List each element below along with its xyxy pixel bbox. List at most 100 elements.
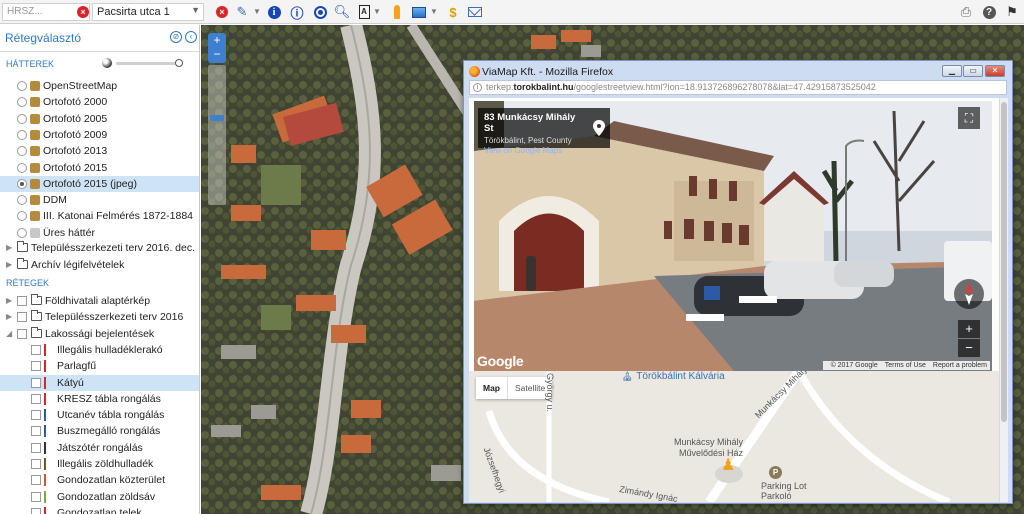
layer-row[interactable]: ▶ Földhivatali alaptérkép [0, 293, 199, 309]
layer-row[interactable]: Utcanév tábla rongálás [0, 407, 199, 423]
address-search-input[interactable]: Pacsirta utca 1 ▼ [92, 3, 204, 21]
info-icon[interactable]: i [473, 83, 482, 92]
map-pin-icon[interactable] [588, 108, 610, 148]
zoom-slider[interactable] [208, 65, 226, 205]
clear-address-icon[interactable]: × [216, 6, 228, 18]
folder-row[interactable]: ▶ Településszerkezeti terv 2016. dec. [0, 240, 199, 256]
layer-checkbox[interactable] [17, 296, 27, 306]
background-layer-row[interactable]: DDM [0, 192, 199, 208]
background-radio[interactable] [17, 195, 27, 206]
background-radio[interactable] [17, 113, 27, 124]
layer-checkbox[interactable] [31, 410, 41, 421]
background-radio[interactable] [17, 81, 27, 91]
folder-row[interactable]: ▶ Archív légifelvételek [0, 257, 199, 273]
url-bar[interactable]: i terkep.torokbalint.hu/googlestreetview… [469, 80, 1007, 95]
background-radio[interactable] [17, 129, 27, 140]
pegman-icon[interactable] [388, 3, 406, 21]
layer-row[interactable]: Gondozatlan zöldsáv [0, 489, 199, 505]
expand-icon[interactable]: ▶ [6, 260, 12, 269]
layer-checkbox[interactable] [31, 507, 41, 514]
layer-checkbox[interactable] [31, 344, 41, 355]
print-layout-icon[interactable]: A [355, 3, 373, 21]
chevron-down-icon[interactable]: ▼ [191, 5, 200, 15]
layer-checkbox[interactable] [31, 459, 41, 469]
map-type-control[interactable]: Map Satellite [476, 377, 553, 399]
layer-row[interactable]: Buszmegálló rongálás [0, 423, 199, 439]
layer-checkbox[interactable] [31, 377, 41, 388]
info-icon[interactable]: i [265, 3, 283, 21]
compass-icon[interactable] [954, 279, 984, 309]
help-icon[interactable]: ? [980, 3, 998, 21]
zoom-in-button[interactable]: + [208, 33, 226, 47]
streetview-popup-window[interactable]: ViaMap Kft. - Mozilla Firefox ▁ ▭ ✕ i te… [463, 60, 1013, 504]
layer-row[interactable]: Játszótér rongálás [0, 440, 199, 456]
layer-row[interactable]: ◢ Lakossági bejelentések [0, 326, 199, 342]
image-icon[interactable] [410, 3, 428, 21]
background-radio[interactable] [17, 227, 27, 238]
mail-icon[interactable] [466, 3, 484, 21]
poi-kalvaria[interactable]: ⛪︎ Törökbálint Kálvária [621, 371, 725, 382]
layer-row[interactable]: Kátyú [0, 374, 199, 391]
background-layer-row[interactable]: Ortofotó 2013 [0, 143, 199, 159]
expand-icon[interactable]: ▶ [6, 296, 12, 305]
terms-link[interactable]: Terms of Use [885, 362, 926, 369]
flag-icon[interactable]: ⚑ [1003, 3, 1021, 21]
view-on-google-maps-link[interactable]: View on Google Maps [484, 146, 582, 155]
chevron-down-icon[interactable]: ▼ [373, 7, 381, 16]
collapse-icon[interactable]: ◢ [6, 329, 12, 338]
fullscreen-icon[interactable]: ⛶ [958, 107, 980, 129]
chevron-down-icon[interactable]: ▼ [430, 7, 438, 16]
layer-checkbox[interactable] [17, 312, 27, 323]
streetview-panorama[interactable]: 83 Munkácsy Mihály St Törökbálint, Pest … [474, 101, 992, 371]
pegman-icon[interactable]: ♟ [721, 455, 735, 475]
background-layer-row[interactable]: Ortofotó 2005 [0, 111, 199, 127]
layer-checkbox[interactable] [31, 442, 41, 453]
layer-checkbox[interactable] [31, 491, 41, 502]
ruler-icon[interactable]: ✎ [233, 3, 251, 21]
opacity-slider[interactable] [116, 62, 180, 65]
mini-map[interactable]: Map Satellite ⛪︎ Törökbálint Kálvária Mu… [469, 371, 999, 502]
zoom-control[interactable]: + − [208, 33, 226, 63]
expand-icon[interactable]: ▶ [6, 243, 12, 252]
background-layer-row[interactable]: Ortofotó 2000 [0, 94, 199, 110]
close-panel-icon[interactable]: ‹ [185, 31, 197, 43]
background-layer-row[interactable]: Üres háttér [0, 225, 199, 241]
zoom-search-icon[interactable]: 🔍︎ [333, 3, 351, 21]
background-layer-row[interactable]: Ortofotó 2015 (jpeg) [0, 175, 199, 192]
chevron-down-icon[interactable]: ▼ [253, 7, 261, 16]
identify-icon[interactable]: ⓘ [288, 3, 306, 21]
layer-row[interactable]: Illegális zöldhulladék [0, 456, 199, 472]
background-layer-row[interactable]: Ortofotó 2009 [0, 127, 199, 143]
zoom-out-button[interactable]: − [208, 47, 226, 61]
background-layer-row[interactable]: III. Katonai Felmérés 1872-1884 [0, 208, 199, 224]
popup-scrollbar[interactable] [1000, 98, 1008, 502]
opacity-slider-thumb[interactable] [175, 59, 183, 67]
maximize-button[interactable]: ▭ [963, 65, 983, 77]
background-radio[interactable] [17, 178, 27, 189]
parking-icon[interactable]: P [769, 466, 782, 479]
collapse-all-icon[interactable]: ⊘ [170, 31, 182, 43]
layer-row[interactable]: Illegális hulladéklerakó [0, 342, 199, 358]
expand-icon[interactable]: ▶ [6, 312, 12, 321]
streetview-zoom-out-button[interactable]: − [958, 339, 980, 357]
clear-hrsz-icon[interactable]: × [77, 6, 89, 18]
layer-row[interactable]: Parlagfű [0, 358, 199, 374]
target-icon[interactable] [311, 3, 329, 21]
layer-row[interactable]: ▶ Településszerkezeti terv 2016 [0, 309, 199, 325]
map-button[interactable]: Map [476, 377, 507, 399]
layer-checkbox[interactable] [31, 393, 41, 404]
background-layer-row[interactable]: Ortofotó 2015 [0, 160, 199, 176]
layer-checkbox[interactable] [31, 426, 41, 437]
dollar-icon[interactable]: $ [444, 3, 462, 21]
scrollbar-thumb[interactable] [1001, 102, 1007, 422]
streetview-zoom-in-button[interactable]: + [958, 320, 980, 338]
background-radio[interactable] [17, 211, 27, 222]
zoom-slider-thumb[interactable] [210, 115, 224, 121]
background-radio[interactable] [17, 97, 27, 108]
layer-row[interactable]: Gondozatlan közterület [0, 472, 199, 488]
printer-icon[interactable]: ⎙ [957, 3, 975, 21]
layer-checkbox[interactable] [17, 328, 27, 339]
layer-row[interactable]: Gondozatlan telek [0, 505, 199, 514]
layer-checkbox[interactable] [31, 361, 41, 372]
layer-checkbox[interactable] [31, 475, 41, 486]
